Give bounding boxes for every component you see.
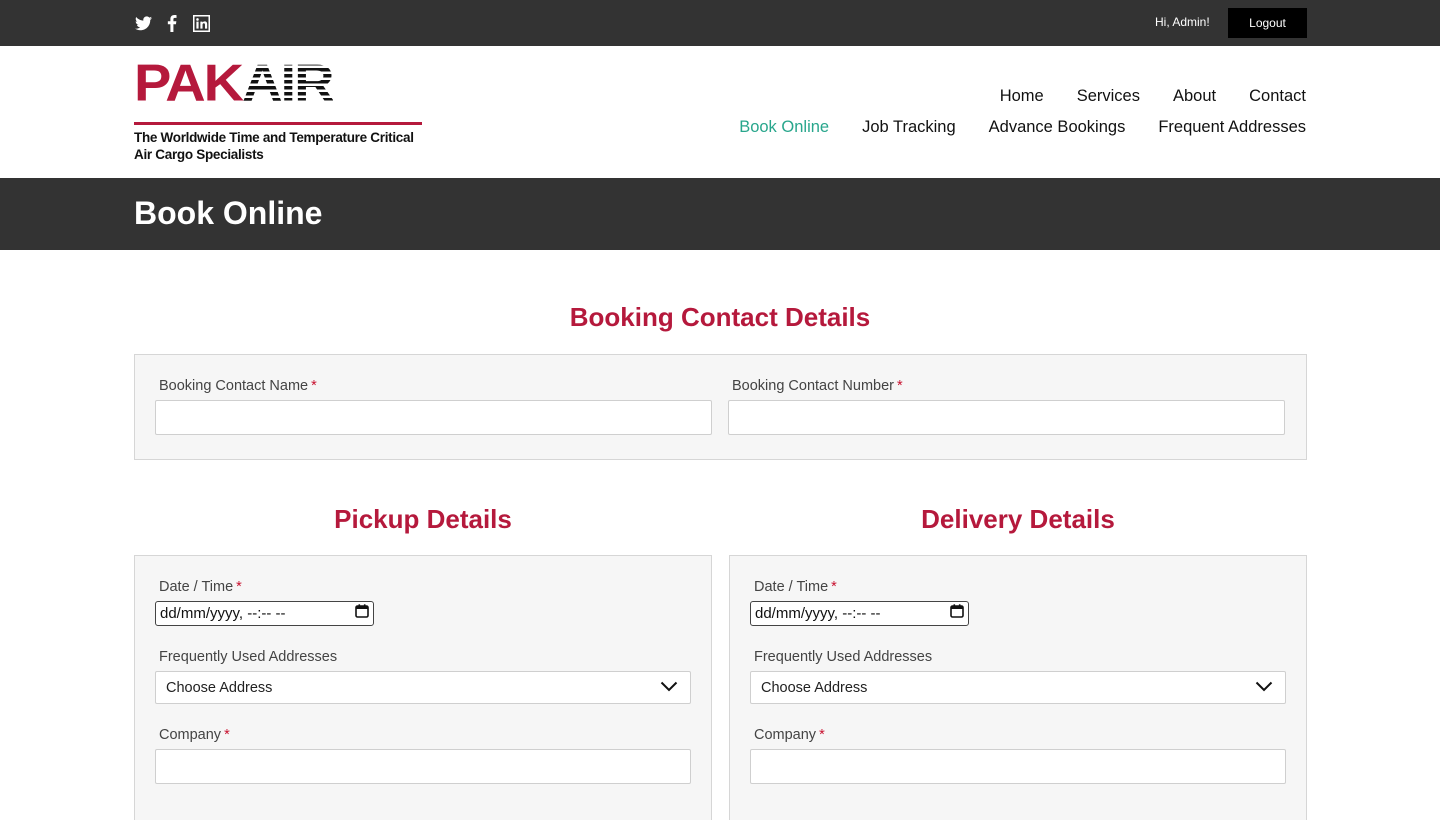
- nav-contact[interactable]: Contact: [1249, 87, 1306, 106]
- site-header: PAK AIR The Worldwide Time and Temperatu…: [0, 46, 1440, 178]
- booking-contact-name-label: Booking Contact Name *: [159, 378, 317, 394]
- pickup-panel: Date / Time * dd/mm/yyyy, --:-- -- Freque…: [134, 555, 712, 820]
- user-greeting: Hi, Admin!: [1155, 15, 1210, 29]
- nav-home[interactable]: Home: [1000, 87, 1044, 106]
- delivery-datetime-label: Date / Time *: [754, 579, 837, 595]
- delivery-addresses-label: Frequently Used Addresses: [754, 649, 933, 665]
- logo-tagline-line1: The Worldwide Time and Temperature Criti…: [134, 130, 414, 145]
- nav-services[interactable]: Services: [1077, 87, 1140, 106]
- pickup-heading: Pickup Details: [334, 504, 512, 534]
- pickup-company-label: Company *: [159, 727, 230, 743]
- nav-frequent-addresses[interactable]: Frequent Addresses: [1158, 118, 1306, 137]
- primary-nav: Home Services About Contact: [1000, 87, 1306, 106]
- delivery-datetime-placeholder: dd/mm/yyyy, --:-- --: [755, 605, 881, 622]
- delivery-company-input[interactable]: [750, 749, 1286, 784]
- delivery-address-select[interactable]: Choose Address: [750, 671, 1286, 704]
- required-marker: *: [819, 727, 825, 743]
- nav-book-online[interactable]: Book Online: [739, 118, 829, 137]
- delivery-datetime-input[interactable]: dd/mm/yyyy, --:-- --: [750, 601, 969, 626]
- delivery-address-selected: Choose Address: [761, 679, 868, 696]
- nav-about[interactable]: About: [1173, 87, 1216, 106]
- nav-advance-bookings[interactable]: Advance Bookings: [989, 118, 1126, 137]
- page-title: Book Online: [134, 195, 323, 231]
- calendar-icon[interactable]: [950, 604, 964, 623]
- pickup-address-select[interactable]: Choose Address: [155, 671, 691, 704]
- chevron-down-icon: [1255, 679, 1273, 697]
- logo-word-air: AIR: [242, 53, 334, 112]
- required-marker: *: [311, 378, 317, 394]
- pickup-datetime-placeholder: dd/mm/yyyy, --:-- --: [160, 605, 286, 622]
- secondary-nav: Book Online Job Tracking Advance Booking…: [739, 118, 1306, 137]
- delivery-heading: Delivery Details: [921, 504, 1115, 534]
- top-bar: Hi, Admin! Logout: [0, 0, 1440, 46]
- logo-wordmark: PAK AIR: [134, 53, 335, 112]
- pickup-datetime-label: Date / Time *: [159, 579, 242, 595]
- facebook-icon[interactable]: [163, 14, 181, 32]
- delivery-panel: Date / Time * dd/mm/yyyy, --:-- -- Freque…: [729, 555, 1307, 820]
- booking-contact-number-label: Booking Contact Number *: [732, 378, 903, 394]
- calendar-icon[interactable]: [355, 604, 369, 623]
- booking-contact-name-input[interactable]: [155, 400, 712, 435]
- pickup-datetime-input[interactable]: dd/mm/yyyy, --:-- --: [155, 601, 374, 626]
- nav-job-tracking[interactable]: Job Tracking: [862, 118, 956, 137]
- logout-button[interactable]: Logout: [1228, 8, 1307, 38]
- logo-word-pak: PAK: [134, 53, 244, 112]
- booking-contact-heading: Booking Contact Details: [569, 302, 871, 332]
- social-links: [134, 13, 210, 33]
- pickup-company-input[interactable]: [155, 749, 691, 784]
- logo-tagline: The Worldwide Time and Temperature Criti…: [134, 129, 434, 163]
- logo-tagline-line2: Air Cargo Specialists: [134, 147, 264, 162]
- pickup-addresses-label: Frequently Used Addresses: [159, 649, 338, 665]
- pickup-address-selected: Choose Address: [166, 679, 273, 696]
- linkedin-icon[interactable]: [192, 14, 210, 32]
- required-marker: *: [236, 579, 242, 595]
- chevron-down-icon: [660, 679, 678, 697]
- delivery-company-label: Company *: [754, 727, 825, 743]
- twitter-icon[interactable]: [134, 14, 152, 32]
- booking-contact-number-input[interactable]: [728, 400, 1285, 435]
- required-marker: *: [831, 579, 837, 595]
- required-marker: *: [897, 378, 903, 394]
- required-marker: *: [224, 727, 230, 743]
- logo-divider: [134, 122, 422, 125]
- booking-contact-panel: Booking Contact Name * Booking Contact Nu…: [134, 354, 1307, 460]
- pakair-logo[interactable]: PAK AIR The Worldwide Time and Temperatu…: [134, 53, 424, 164]
- page-title-band: Book Online: [0, 178, 1440, 250]
